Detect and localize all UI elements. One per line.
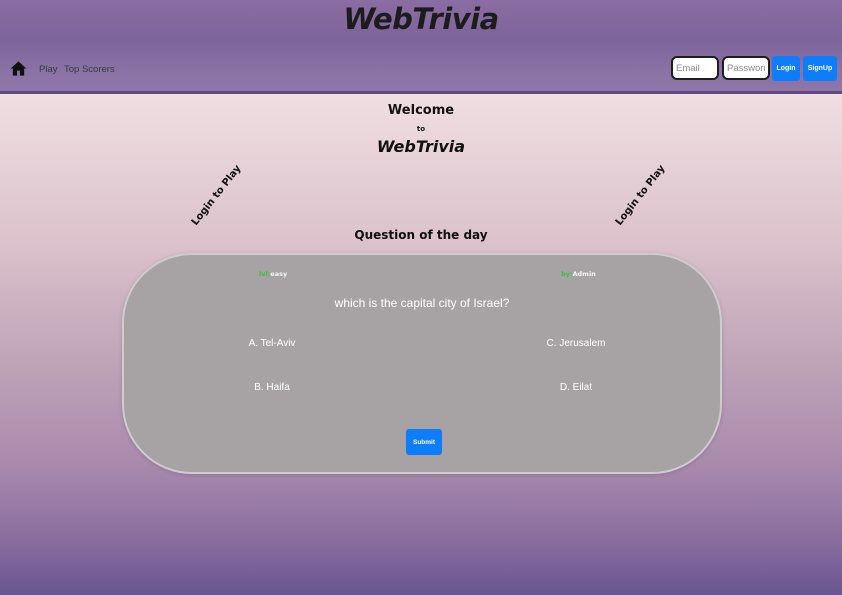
login-to-play-left[interactable]: Login to Play <box>190 163 244 228</box>
question-text: which is the capital city of Israel? <box>334 296 510 310</box>
author-key: by: <box>561 270 573 278</box>
question-card: lvl:easy by:Admin which is the capital c… <box>122 253 722 474</box>
submit-button[interactable]: Submit <box>406 429 442 455</box>
top-navbar: WebTrivia Play Top Scorers Login SignUp <box>0 0 842 94</box>
level-value: easy <box>270 270 288 278</box>
signup-button[interactable]: SignUp <box>803 56 837 81</box>
answer-option-c[interactable]: C. Jerusalem <box>516 338 636 349</box>
answer-option-b[interactable]: B. Haifa <box>212 382 332 393</box>
level-tag: lvl:easy <box>259 270 287 278</box>
password-field[interactable] <box>722 56 770 80</box>
author-value: Admin <box>572 270 596 278</box>
question-of-the-day-heading: Question of the day <box>354 228 488 242</box>
answer-option-d[interactable]: D. Eilat <box>516 382 636 393</box>
email-field[interactable] <box>671 56 719 80</box>
welcome-brand: WebTrivia <box>376 137 466 156</box>
level-key: lvl: <box>259 270 271 278</box>
answer-option-a[interactable]: A. Tel-Aviv <box>212 338 332 349</box>
brand-title: WebTrivia <box>343 2 499 36</box>
welcome-heading: Welcome <box>387 103 455 118</box>
login-button[interactable]: Login <box>772 56 800 81</box>
home-icon[interactable] <box>10 60 27 77</box>
nav-play-link[interactable]: Play <box>39 64 57 75</box>
welcome-to: to <box>416 125 426 133</box>
author-tag: by:Admin <box>561 270 596 278</box>
nav-top-scorers-link[interactable]: Top Scorers <box>64 64 115 75</box>
login-to-play-right[interactable]: Login to Play <box>614 163 668 228</box>
